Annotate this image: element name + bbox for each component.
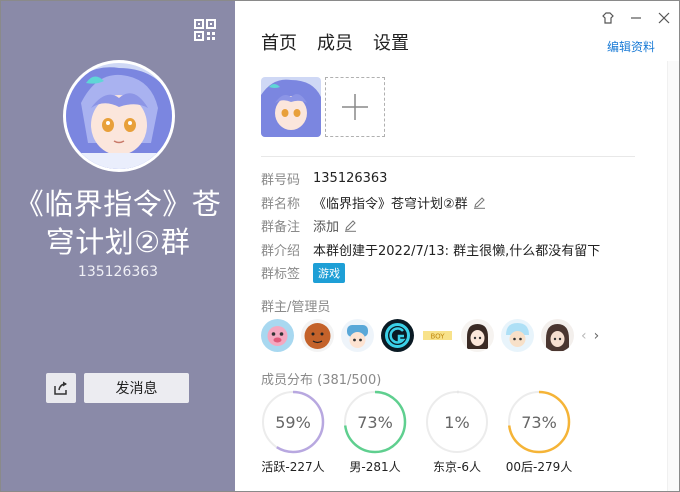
share-icon — [54, 381, 67, 395]
info-row-intro: 群介绍 本群创建于2022/7/13: 群主很懒,什么都没有留下 — [261, 238, 600, 262]
admin-avatars: BOY ‹ › — [261, 319, 599, 352]
admin-avatar[interactable] — [461, 319, 494, 352]
progress-ring: 1% — [425, 390, 489, 454]
send-message-button[interactable]: 发消息 — [84, 373, 189, 403]
group-number-value: 135126363 — [313, 171, 388, 187]
progress-ring: 59% — [261, 390, 325, 454]
distribution-label: 男-281人 — [349, 460, 401, 474]
svg-text:BOY: BOY — [430, 333, 445, 341]
admin-avatar[interactable] — [261, 319, 294, 352]
admin-avatar[interactable] — [541, 319, 574, 352]
group-avatar[interactable] — [63, 60, 175, 172]
info-label: 群备注 — [261, 220, 301, 236]
distribution-item-age[interactable]: 73% 00后-279人 — [505, 390, 573, 475]
distribution-percent: 1% — [444, 412, 470, 432]
group-photo-thumbnail[interactable] — [261, 77, 321, 137]
right-panel: 首页 成员 设置 编辑资料 群号码 135126363 群名称 《临界指令》苍穹… — [235, 1, 679, 491]
add-remark-label: 添加 — [313, 220, 340, 236]
distribution-label: 东京-6人 — [433, 460, 481, 474]
distribution-circles: 59% 活跃-227人 73% 男-281人 1% 东京-6人 73% 00后-… — [261, 390, 573, 475]
skin-icon[interactable] — [599, 9, 617, 27]
add-photo-button[interactable] — [325, 77, 385, 137]
edit-remark-pencil-icon — [344, 219, 357, 233]
scrollbar[interactable] — [667, 61, 679, 491]
info-row-name: 群名称 《临界指令》苍穹计划②群 — [261, 191, 600, 215]
distribution-title: 成员分布 (381/500) — [261, 373, 382, 388]
distribution-percent: 73% — [521, 412, 557, 432]
share-button[interactable] — [46, 373, 76, 403]
close-icon[interactable] — [655, 9, 673, 27]
distribution-item-active[interactable]: 59% 活跃-227人 — [261, 390, 325, 475]
window-controls — [599, 9, 673, 27]
admin-avatar[interactable] — [301, 319, 334, 352]
minimize-icon[interactable] — [627, 9, 645, 27]
group-id: 135126363 — [77, 264, 159, 280]
admin-avatar[interactable] — [501, 319, 534, 352]
group-profile-window: 《临界指令》苍穹计划②群 135126363 发消息 首页 成员 设置 编辑资料… — [0, 0, 680, 492]
group-photos — [261, 77, 385, 137]
distribution-item-male[interactable]: 73% 男-281人 — [343, 390, 407, 475]
info-row-remark: 群备注 添加 — [261, 214, 600, 238]
admin-avatar[interactable] — [341, 319, 374, 352]
distribution-percent: 73% — [357, 412, 393, 432]
info-label: 群号码 — [261, 173, 301, 189]
distribution-percent: 59% — [275, 412, 311, 432]
admins-next-arrow-icon[interactable]: › — [594, 328, 600, 344]
tab-bar: 首页 成员 设置 — [261, 29, 409, 55]
info-label: 群标签 — [261, 267, 301, 283]
group-tag-badge[interactable]: 游戏 — [313, 262, 345, 283]
info-row-tag: 群标签 游戏 — [261, 261, 600, 285]
distribution-label: 活跃-227人 — [261, 460, 325, 474]
info-label: 群名称 — [261, 196, 301, 212]
progress-ring: 73% — [507, 390, 571, 454]
tab-settings[interactable]: 设置 — [373, 29, 409, 55]
tab-members[interactable]: 成员 — [317, 29, 353, 55]
tab-home[interactable]: 首页 — [261, 29, 297, 55]
admin-avatar[interactable] — [381, 319, 414, 352]
info-label: 群介绍 — [261, 243, 301, 259]
group-name-value: 《临界指令》苍穹计划②群 — [313, 196, 468, 212]
group-info: 群号码 135126363 群名称 《临界指令》苍穹计划②群 群备注 添加 群介… — [261, 167, 600, 285]
qr-code-icon[interactable] — [194, 19, 216, 41]
admins-prev-arrow-icon[interactable]: ‹ — [581, 328, 587, 344]
add-remark-link[interactable]: 添加 — [313, 216, 357, 235]
left-panel: 《临界指令》苍穹计划②群 135126363 发消息 — [1, 1, 235, 491]
admin-section-title: 群主/管理员 — [261, 300, 331, 315]
edit-profile-link[interactable]: 编辑资料 — [607, 38, 655, 55]
admin-avatar[interactable]: BOY — [421, 319, 454, 352]
edit-name-pencil-icon[interactable] — [473, 196, 486, 209]
distribution-item-region[interactable]: 1% 东京-6人 — [425, 390, 489, 475]
info-row-number: 群号码 135126363 — [261, 167, 600, 191]
progress-ring: 73% — [343, 390, 407, 454]
divider — [261, 156, 635, 157]
group-name-title: 《临界指令》苍穹计划②群 — [14, 187, 222, 259]
plus-icon — [342, 94, 368, 120]
group-intro-value: 本群创建于2022/7/13: 群主很懒,什么都没有留下 — [313, 243, 601, 259]
distribution-label: 00后-279人 — [505, 460, 573, 474]
